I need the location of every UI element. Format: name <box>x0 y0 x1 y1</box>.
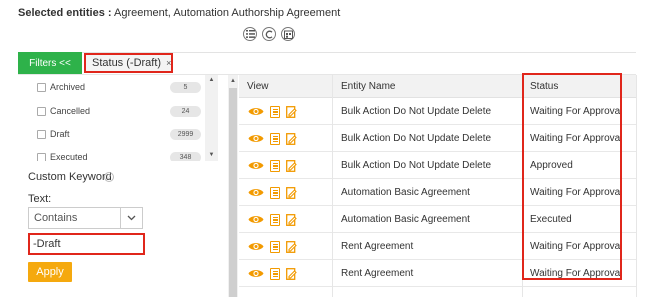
entity-name-cell[interactable]: Rent Agreement <box>341 260 413 287</box>
checkbox-archived[interactable] <box>37 83 46 92</box>
selected-entities-value: Agreement, Automation Authorship Agreeme… <box>114 7 341 19</box>
document-icon[interactable] <box>270 105 280 118</box>
selected-entities-label: Selected entities : <box>18 7 112 19</box>
entity-name-cell[interactable]: Automation Basic Agreement <box>341 179 470 206</box>
document-icon[interactable] <box>270 213 280 226</box>
eye-icon[interactable] <box>248 160 264 171</box>
scroll-up-arrow-icon[interactable]: ▲ <box>228 75 238 87</box>
status-option-label: Cancelled <box>50 106 91 116</box>
edit-icon[interactable] <box>286 105 297 118</box>
entity-name-cell[interactable]: Bulk Action Do Not Update Delete <box>341 152 491 179</box>
scroll-up-arrow-icon[interactable]: ▲ <box>205 75 218 85</box>
entity-name-cell[interactable]: Bulk Action Do Not Update Delete <box>341 98 491 125</box>
entity-name-cell[interactable]: Automation Basic Agreement <box>341 206 470 233</box>
column-divider <box>636 75 637 297</box>
status-filter-chip-label: Status (-Draft) <box>92 57 162 69</box>
column-header-view[interactable]: View <box>247 75 269 98</box>
calendar-view-icon[interactable] <box>281 27 295 41</box>
row-actions <box>248 206 297 233</box>
table-scrollbar-thumb[interactable] <box>229 88 237 297</box>
list-view-icon[interactable] <box>243 27 257 41</box>
column-header-entity-name[interactable]: Entity Name <box>341 75 395 98</box>
filter-list-scrollbar[interactable] <box>205 75 218 161</box>
eye-icon[interactable] <box>248 106 264 117</box>
document-icon[interactable] <box>270 159 280 172</box>
edit-icon[interactable] <box>286 213 297 226</box>
grid-view-icon[interactable] <box>262 27 276 41</box>
scroll-down-arrow-icon[interactable]: ▼ <box>205 150 218 160</box>
edit-icon[interactable] <box>286 132 297 145</box>
status-option-label: Archived <box>50 82 86 92</box>
apply-button[interactable]: Apply <box>28 262 72 282</box>
row-actions <box>248 98 297 125</box>
keyword-input[interactable]: -Draft <box>28 233 145 255</box>
entity-name-cell[interactable]: Rent Agreement <box>341 233 413 260</box>
checkbox-draft[interactable] <box>37 130 46 139</box>
keyword-input-value: -Draft <box>33 238 61 250</box>
status-option-count: 5 <box>170 82 201 93</box>
eye-icon[interactable] <box>248 214 264 225</box>
edit-icon[interactable] <box>286 240 297 253</box>
eye-icon[interactable] <box>248 187 264 198</box>
filters-toggle-button[interactable]: Filters << <box>18 52 82 74</box>
close-icon[interactable]: × <box>166 58 171 68</box>
help-icon[interactable]: ? <box>104 172 114 182</box>
eye-icon[interactable] <box>248 241 264 252</box>
document-icon[interactable] <box>270 267 280 280</box>
edit-icon[interactable] <box>286 186 297 199</box>
row-actions <box>248 260 297 287</box>
eye-icon[interactable] <box>248 268 264 279</box>
eye-icon[interactable] <box>248 133 264 144</box>
row-actions <box>248 152 297 179</box>
custom-keyword-label: Custom Keyword <box>28 171 112 183</box>
entity-name-cell[interactable]: Bulk Action Do Not Update Delete <box>341 125 491 152</box>
document-icon[interactable] <box>270 186 280 199</box>
column-divider <box>332 75 333 297</box>
status-column-highlight <box>522 73 622 280</box>
text-label: Text: <box>28 193 52 205</box>
status-option-count: 24 <box>170 106 201 117</box>
selected-entities: Selected entities : Agreement, Automatio… <box>18 7 340 19</box>
row-actions <box>248 233 297 260</box>
chevron-down-icon[interactable] <box>120 208 142 228</box>
operator-select-value: Contains <box>34 212 78 224</box>
edit-icon[interactable] <box>286 267 297 280</box>
row-actions <box>248 179 297 206</box>
status-filter-chip[interactable]: Status (-Draft) × <box>84 53 173 73</box>
checkbox-cancelled[interactable] <box>37 107 46 116</box>
status-option-label: Draft <box>50 129 70 139</box>
edit-icon[interactable] <box>286 159 297 172</box>
row-actions <box>248 125 297 152</box>
document-icon[interactable] <box>270 132 280 145</box>
document-icon[interactable] <box>270 240 280 253</box>
status-option-count: 2999 <box>170 129 201 140</box>
list-clip <box>28 161 205 169</box>
